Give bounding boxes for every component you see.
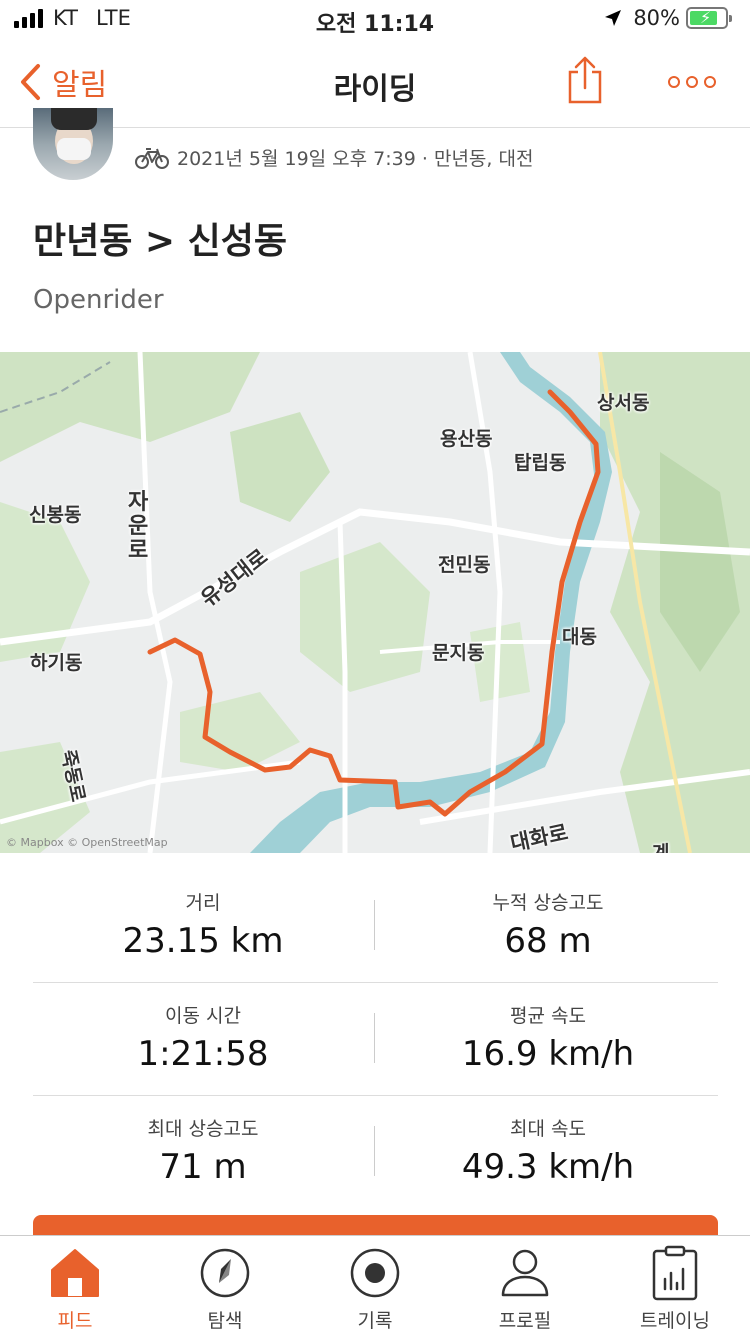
map-label: 상서동: [597, 392, 650, 414]
action-button[interactable]: [33, 1215, 718, 1235]
more-dot-icon: [686, 76, 698, 88]
stat-max-speed: 최대 속도 49.3 km/h: [378, 1114, 718, 1187]
stats-row: 최대 상승고도 71 m 최대 속도 49.3 km/h: [33, 1096, 718, 1209]
stat-label: 이동 시간: [165, 1005, 241, 1027]
map-label: 신봉동: [29, 504, 82, 526]
tab-label: 프로필: [498, 1310, 552, 1332]
status-bar: KT LTE 오전 11:14 80% ⚡: [0, 0, 750, 40]
stat-avg-speed: 평균 속도 16.9 km/h: [378, 1001, 718, 1074]
tab-record[interactable]: 기록: [300, 1236, 450, 1334]
activity-meta: 2021년 5월 19일 오후 7:39 · 만년동, 대전: [135, 144, 533, 171]
tab-profile[interactable]: 프로필: [450, 1236, 600, 1334]
tab-label: 트레이닝: [640, 1310, 710, 1332]
share-button[interactable]: [566, 56, 604, 108]
stats-row: 이동 시간 1:21:58 평균 속도 16.9 km/h: [33, 983, 718, 1096]
map-label: 계: [652, 842, 670, 853]
tab-label: 탐색: [207, 1310, 243, 1332]
stat-value: 68 m: [504, 921, 592, 961]
tab-feed[interactable]: 피드: [0, 1236, 150, 1334]
stat-value: 71 m: [159, 1147, 247, 1187]
stat-moving-time: 이동 시간 1:21:58: [33, 1001, 373, 1074]
activity-title: 만년동 > 신성동: [33, 221, 287, 262]
page-title: 라이딩: [333, 72, 417, 107]
compass-icon: [200, 1248, 250, 1298]
map-label: 탑립동: [514, 452, 567, 474]
stat-value: 16.9 km/h: [461, 1034, 635, 1074]
map-label: 문지동: [432, 642, 485, 664]
stat-label: 최대 상승고도: [147, 1118, 259, 1140]
stats-row: 거리 23.15 km 누적 상승고도 68 m: [33, 870, 718, 983]
record-icon: [350, 1248, 400, 1298]
map-label: 로: [128, 538, 149, 563]
tab-label: 피드: [57, 1310, 93, 1332]
battery-percent: 80%: [633, 6, 680, 30]
home-icon: [51, 1249, 99, 1297]
stat-elevation-gain: 누적 상승고도 68 m: [378, 888, 718, 961]
stat-distance: 거리 23.15 km: [33, 888, 373, 961]
location-arrow-icon: [605, 10, 622, 26]
stat-value: 49.3 km/h: [461, 1147, 635, 1187]
map-label: 전민동: [438, 554, 491, 576]
map-label: 하기동: [30, 652, 83, 674]
more-dot-icon: [668, 76, 680, 88]
stat-label: 누적 상승고도: [492, 892, 604, 914]
map-label: 대동: [562, 626, 597, 648]
stat-value: 23.15 km: [122, 921, 284, 961]
tab-training[interactable]: 트레이닝: [600, 1236, 750, 1334]
tab-explore[interactable]: 탐색: [150, 1236, 300, 1334]
profile-icon: [501, 1249, 549, 1297]
map-canvas: [0, 352, 750, 853]
tab-label: 기록: [357, 1310, 393, 1332]
training-icon: [652, 1245, 698, 1301]
stat-label: 거리: [185, 892, 221, 914]
activity-device: Openrider: [33, 285, 164, 315]
stat-label: 평균 속도: [510, 1005, 586, 1027]
route-map[interactable]: 상서동 용산동 탑립동 신봉동 자 운 로 유성대로 전민동 하기동 문지동 대…: [0, 352, 750, 853]
stat-value: 1:21:58: [137, 1034, 269, 1074]
stats-grid: 거리 23.15 km 누적 상승고도 68 m 이동 시간 1:21:58 평…: [33, 870, 718, 1209]
avatar[interactable]: [33, 108, 113, 180]
activity-meta-text: 2021년 5월 19일 오후 7:39 · 만년동, 대전: [177, 148, 534, 170]
tab-bar: 피드 탐색 기록 프로필 트레이닝: [0, 1235, 750, 1334]
more-dot-icon: [704, 76, 716, 88]
map-attribution[interactable]: © Mapbox © OpenStreetMap: [6, 836, 168, 849]
stat-label: 최대 속도: [510, 1118, 586, 1140]
map-label: 용산동: [440, 428, 493, 450]
bicycle-icon: [135, 147, 169, 169]
battery-icon: ⚡: [686, 7, 732, 29]
stat-max-elevation: 최대 상승고도 71 m: [33, 1114, 373, 1187]
share-icon: [568, 56, 602, 104]
more-button[interactable]: [668, 76, 716, 88]
